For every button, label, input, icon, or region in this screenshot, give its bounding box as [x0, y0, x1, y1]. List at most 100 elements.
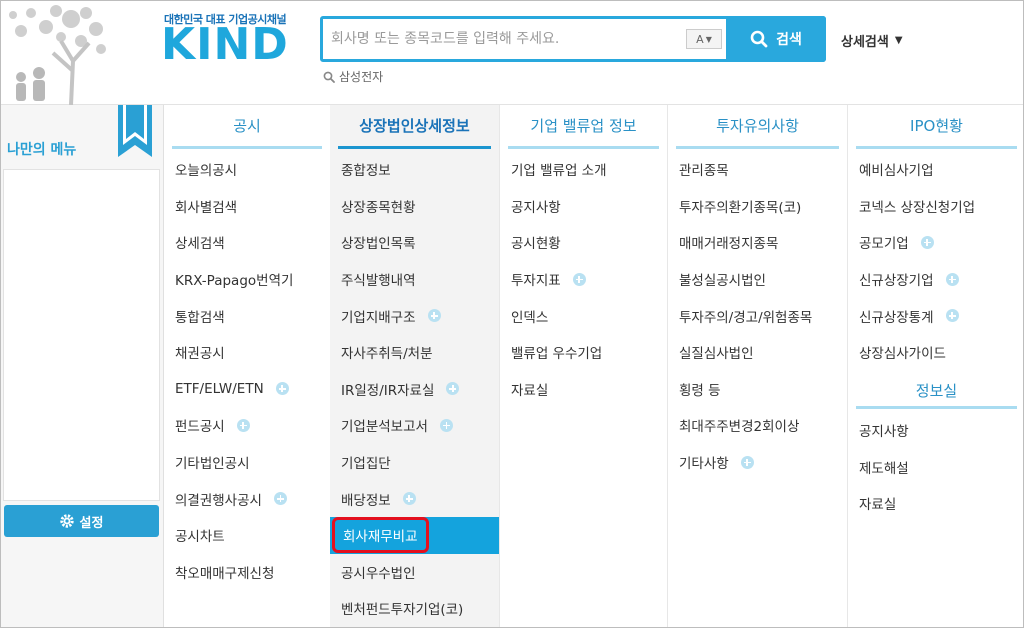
menu-item[interactable]: ETF/ELW/ETN — [164, 371, 330, 408]
menu-item[interactable]: 통합검색 — [164, 297, 330, 334]
menu-item[interactable]: 배당정보 — [330, 480, 499, 517]
menu-item[interactable]: 기타사항 — [668, 444, 847, 481]
menu-item[interactable]: 공시우수법인 — [330, 554, 499, 591]
plus-icon[interactable] — [920, 235, 934, 249]
advanced-search-toggle[interactable]: 상세검색 ▼ — [841, 31, 903, 50]
plus-icon[interactable] — [945, 309, 959, 323]
menu-item[interactable]: 불성실공시법인 — [668, 261, 847, 298]
plus-icon[interactable] — [945, 272, 959, 286]
menu-item[interactable]: 종합정보 — [330, 151, 499, 188]
menu-item[interactable]: 공지사항 — [848, 412, 1023, 449]
menu-column-investment-caution: 투자유의사항 관리종목 투자주의환기종목(코) 매매거래정지종목 불성실공시법인… — [667, 105, 847, 627]
menu-item[interactable]: 기업집단 — [330, 444, 499, 481]
plus-icon[interactable] — [572, 272, 586, 286]
plus-icon[interactable] — [273, 492, 287, 506]
menu-item[interactable]: 상장심사가이드 — [848, 334, 1023, 371]
menu-list: 종합정보 상장종목현황 상장법인목록 주식발행내역 기업지배구조 자사주취득/처… — [330, 151, 499, 627]
menu-item[interactable]: KRX-Papago번역기 — [164, 261, 330, 298]
search-icon — [323, 71, 335, 83]
plus-icon[interactable] — [236, 418, 250, 432]
menu-item[interactable]: 공모기업 — [848, 224, 1023, 261]
menu-item[interactable]: 상장종목현황 — [330, 188, 499, 225]
menu-item[interactable]: 예비심사기업 — [848, 151, 1023, 188]
menu-column-ipo: IPO현황 예비심사기업 코넥스 상장신청기업 공모기업 신규상장기업 신규상장… — [847, 105, 1023, 627]
font-size-label: A — [696, 32, 704, 46]
menu-item[interactable]: 공시차트 — [164, 517, 330, 554]
plus-icon[interactable] — [446, 382, 460, 396]
menu-item[interactable]: 기업지배구조 — [330, 297, 499, 334]
menu-item[interactable]: 코넥스 상장신청기업 — [848, 188, 1023, 225]
plus-icon[interactable] — [740, 455, 754, 469]
menu-item[interactable]: 채권공시 — [164, 334, 330, 371]
search-button[interactable]: 검색 — [726, 16, 826, 62]
setting-label: 설정 — [79, 515, 104, 531]
column-header[interactable]: 투자유의사항 — [676, 105, 839, 149]
menu-item[interactable]: 자료실 — [848, 485, 1023, 522]
menu-item[interactable]: 의결권행사공시 — [164, 480, 330, 517]
menu-item[interactable]: 펀드공시 — [164, 407, 330, 444]
tree-illustration — [9, 5, 106, 105]
my-menu-panel: 나만의 메뉴 설정 — [1, 105, 164, 627]
menu-item[interactable]: 자료실 — [500, 371, 667, 408]
menu-item[interactable]: 밸류업 우수기업 — [500, 334, 667, 371]
menu-item[interactable]: 관리종목 — [668, 151, 847, 188]
menu-item[interactable]: 자사주취득/처분 — [330, 334, 499, 371]
advanced-search-label: 상세검색 — [841, 35, 889, 50]
plus-icon[interactable] — [439, 418, 453, 432]
menu-item[interactable]: 상장법인목록 — [330, 224, 499, 261]
gear-icon — [59, 514, 74, 528]
menu-item[interactable]: 투자지표 — [500, 261, 667, 298]
menu-item[interactable]: 신규상장통계 — [848, 297, 1023, 334]
recent-search[interactable]: 삼성전자 — [323, 68, 383, 85]
highlight-box: 회사재무비교 — [332, 517, 429, 554]
menu-item[interactable]: 기타법인공시 — [164, 444, 330, 481]
menu-item[interactable]: 신규상장기업 — [848, 261, 1023, 298]
column-header[interactable]: 기업 밸류업 정보 — [508, 105, 659, 149]
menu-item[interactable]: 투자주의/경고/위험종목 — [668, 297, 847, 334]
menu-item[interactable]: 공시현황 — [500, 224, 667, 261]
column-header[interactable]: IPO현황 — [856, 105, 1017, 149]
search-input[interactable] — [331, 27, 681, 51]
menu-item[interactable]: 실질심사법인 — [668, 334, 847, 371]
menu-item-active[interactable]: 회사재무비교 — [330, 516, 499, 554]
menu-list: 예비심사기업 코넥스 상장신청기업 공모기업 신규상장기업 신규상장통계 상장심… — [848, 151, 1023, 371]
chevron-down-icon: ▼ — [705, 34, 712, 44]
search-box: A ▼ 검색 — [320, 16, 826, 62]
menu-item[interactable]: 최대주주변경2회이상 — [668, 407, 847, 444]
menu-item[interactable]: 착오매매구제신청 — [164, 554, 330, 591]
setting-button[interactable]: 설정 — [4, 505, 159, 537]
plus-icon[interactable] — [275, 382, 289, 396]
recent-search-term: 삼성전자 — [339, 70, 384, 84]
menu-item[interactable]: 공지사항 — [500, 188, 667, 225]
plus-icon[interactable] — [402, 492, 416, 506]
menu-item[interactable]: 매매거래정지종목 — [668, 224, 847, 261]
menu-item[interactable]: 벤처펀드투자기업(코) — [330, 590, 499, 627]
menu-item[interactable]: 오늘의공시 — [164, 151, 330, 188]
my-menu-title: 나만의 메뉴 — [7, 142, 77, 158]
kind-logo[interactable]: KIND — [161, 23, 289, 67]
font-size-select[interactable]: A ▼ — [686, 29, 722, 49]
menu-item[interactable]: IR일정/IR자료실 — [330, 371, 499, 408]
menu-item[interactable]: 기업 밸류업 소개 — [500, 151, 667, 188]
column-header[interactable]: 공시 — [172, 105, 322, 149]
search-button-label: 검색 — [776, 32, 802, 48]
plus-icon[interactable] — [427, 309, 441, 323]
menu-column-value-up: 기업 밸류업 정보 기업 밸류업 소개 공지사항 공시현황 투자지표 인덱스 밸… — [499, 105, 667, 627]
menu-item[interactable]: 기업분석보고서 — [330, 407, 499, 444]
menu-item[interactable]: 횡령 등 — [668, 371, 847, 408]
subsection-header[interactable]: 정보실 — [856, 375, 1017, 409]
column-header[interactable]: 상장법인상세정보 — [338, 105, 491, 149]
menu-item[interactable]: 상세검색 — [164, 224, 330, 261]
menu-column-disclosure: 공시 오늘의공시 회사별검색 상세검색 KRX-Papago번역기 통합검색 채… — [164, 105, 330, 627]
header: 대한민국 대표 기업공시채널 KIND A ▼ 검색 상세검색 ▼ — [1, 1, 1023, 105]
menu-item[interactable]: 제도해설 — [848, 449, 1023, 486]
menu-item[interactable]: 투자주의환기종목(코) — [668, 188, 847, 225]
menu-list: 오늘의공시 회사별검색 상세검색 KRX-Papago번역기 통합검색 채권공시… — [164, 151, 330, 590]
menu-column-listed-company-info: 상장법인상세정보 종합정보 상장종목현황 상장법인목록 주식발행내역 기업지배구… — [330, 105, 499, 627]
menu-item[interactable]: 회사별검색 — [164, 188, 330, 225]
kind-window: 대한민국 대표 기업공시채널 KIND A ▼ 검색 상세검색 ▼ — [0, 0, 1024, 628]
caret-down-icon: ▼ — [894, 35, 903, 46]
bookmark-icon — [118, 105, 152, 157]
menu-item[interactable]: 주식발행내역 — [330, 261, 499, 298]
menu-item[interactable]: 인덱스 — [500, 297, 667, 334]
